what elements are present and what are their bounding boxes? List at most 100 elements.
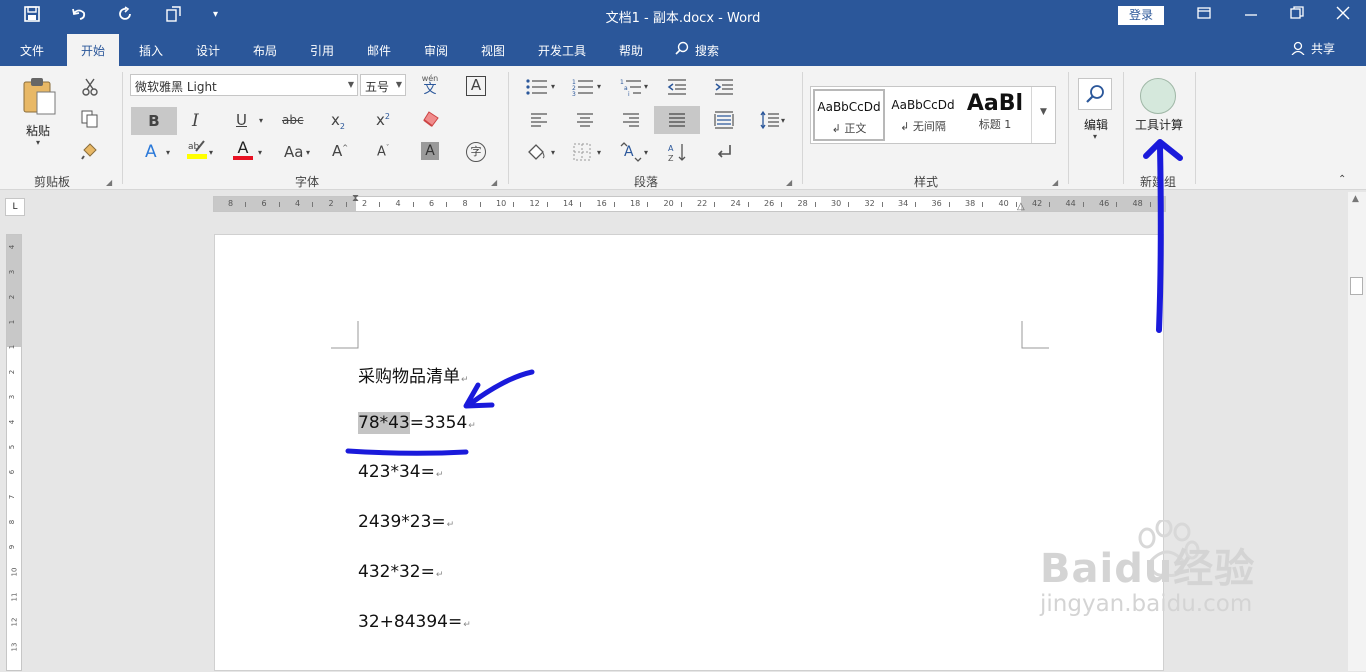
- tab-selector[interactable]: L: [5, 198, 25, 216]
- font-name-combo[interactable]: 微软雅黑 Light ▼: [130, 74, 358, 96]
- close-icon[interactable]: [1336, 6, 1350, 24]
- style-no-spacing[interactable]: AaBbCcDd ↲ 无间隔: [887, 89, 959, 141]
- numbering-dropdown-icon[interactable]: ▾: [597, 82, 601, 91]
- change-case-icon[interactable]: Aa: [284, 143, 303, 161]
- align-right-icon[interactable]: [622, 112, 640, 132]
- tab-file[interactable]: 文件: [20, 42, 44, 59]
- chinese-layout-icon[interactable]: A: [620, 142, 642, 166]
- align-left-icon[interactable]: [530, 112, 548, 132]
- font-launcher-icon[interactable]: ◢: [491, 178, 497, 187]
- tab-references[interactable]: 引用: [310, 42, 334, 59]
- change-case-dropdown-icon[interactable]: ▾: [306, 148, 310, 157]
- indent-marker-icon[interactable]: ⧗: [352, 193, 359, 204]
- document-page[interactable]: [214, 234, 1164, 671]
- sort-icon[interactable]: AZ: [668, 142, 688, 166]
- tool-calc-icon[interactable]: [1140, 78, 1176, 114]
- chevron-down-icon[interactable]: ▼: [396, 80, 402, 89]
- tab-help[interactable]: 帮助: [619, 42, 643, 59]
- minimize-icon[interactable]: [1244, 8, 1258, 24]
- login-button[interactable]: 登录: [1118, 6, 1164, 25]
- share-button[interactable]: 共享: [1311, 40, 1335, 57]
- tab-view[interactable]: 视图: [481, 42, 505, 59]
- underline-button[interactable]: U: [236, 111, 247, 129]
- line-spacing-dropdown-icon[interactable]: ▾: [781, 116, 785, 125]
- selected-text[interactable]: 78*43: [358, 412, 410, 434]
- tool-calc-button[interactable]: 工具计算: [1135, 116, 1183, 133]
- character-border-icon[interactable]: A: [466, 76, 486, 96]
- underline-dropdown-icon[interactable]: ▾: [259, 116, 263, 125]
- find-icon[interactable]: [1078, 78, 1112, 110]
- enclose-characters-icon[interactable]: 字: [466, 142, 486, 162]
- text-effects-dropdown-icon[interactable]: ▾: [166, 148, 170, 157]
- bold-button[interactable]: B: [131, 107, 177, 135]
- cut-icon[interactable]: [81, 78, 99, 100]
- phonetic-guide-icon[interactable]: wén 文: [420, 74, 440, 97]
- scroll-thumb[interactable]: [1350, 277, 1363, 295]
- doc-line-title[interactable]: 采购物品清单↵: [358, 362, 469, 387]
- scroll-up-icon[interactable]: ▲: [1352, 194, 1359, 204]
- shading-icon[interactable]: [526, 142, 546, 166]
- strikethrough-button[interactable]: abc: [282, 113, 304, 127]
- line-spacing-icon[interactable]: [760, 110, 780, 134]
- copy-icon[interactable]: [81, 110, 99, 132]
- right-indent-marker-icon[interactable]: △: [1017, 201, 1025, 212]
- multilevel-dropdown-icon[interactable]: ▾: [644, 82, 648, 91]
- doc-line-2[interactable]: 423*34=↵: [358, 462, 443, 482]
- paste-icon[interactable]: [22, 76, 58, 120]
- tab-developer[interactable]: 开发工具: [538, 42, 586, 59]
- tab-insert[interactable]: 插入: [139, 42, 163, 59]
- collapse-ribbon-icon[interactable]: ⌃: [1338, 174, 1346, 185]
- multilevel-list-icon[interactable]: 1ai: [620, 78, 642, 100]
- tab-mailings[interactable]: 邮件: [367, 42, 391, 59]
- font-color-dropdown-icon[interactable]: ▾: [258, 148, 262, 157]
- styles-more-button[interactable]: ▼: [1031, 87, 1055, 143]
- distributed-icon[interactable]: [714, 110, 734, 134]
- borders-dropdown-icon[interactable]: ▾: [597, 148, 601, 157]
- grow-font-icon[interactable]: A^: [332, 142, 348, 160]
- styles-launcher-icon[interactable]: ◢: [1052, 178, 1058, 187]
- tab-review[interactable]: 审阅: [424, 42, 448, 59]
- borders-icon[interactable]: [572, 142, 592, 166]
- text-effects-icon[interactable]: A: [145, 142, 157, 162]
- style-heading1[interactable]: AaBl 标题 1: [959, 89, 1031, 141]
- search-icon[interactable]: [675, 41, 689, 58]
- subscript-button[interactable]: x2: [331, 111, 345, 131]
- horizontal-ruler[interactable]: 8 6 4 2 2 4 6 8 10 12 14 16 18 20 22 24 26 28 30 32 34 36 38 40…: [213, 193, 1166, 212]
- font-color-icon[interactable]: A: [233, 140, 253, 160]
- format-painter-icon[interactable]: [81, 142, 99, 164]
- doc-line-3[interactable]: 2439*23=↵: [358, 512, 454, 532]
- paste-dropdown-icon[interactable]: ▾: [36, 138, 40, 147]
- edit-button[interactable]: 编辑: [1084, 116, 1108, 133]
- shading-dropdown-icon[interactable]: ▾: [551, 148, 555, 157]
- increase-indent-icon[interactable]: [714, 78, 734, 100]
- bullets-icon[interactable]: [526, 78, 548, 100]
- tab-design[interactable]: 设计: [196, 42, 220, 59]
- chevron-down-icon[interactable]: ▼: [348, 80, 354, 89]
- decrease-indent-icon[interactable]: [667, 78, 687, 100]
- italic-button[interactable]: I: [192, 111, 199, 131]
- tab-home[interactable]: 开始: [67, 34, 120, 66]
- highlight-color-icon[interactable]: ab: [186, 138, 208, 164]
- chinese-layout-dropdown-icon[interactable]: ▾: [644, 148, 648, 157]
- highlight-dropdown-icon[interactable]: ▾: [209, 148, 213, 157]
- font-size-combo[interactable]: 五号 ▼: [360, 74, 406, 96]
- edit-dropdown-icon[interactable]: ▾: [1093, 132, 1097, 141]
- show-formatting-marks-icon[interactable]: [714, 142, 734, 166]
- ribbon-display-options-icon[interactable]: [1197, 6, 1211, 24]
- align-center-icon[interactable]: [576, 112, 594, 132]
- paragraph-launcher-icon[interactable]: ◢: [786, 178, 792, 187]
- restore-icon[interactable]: [1290, 6, 1304, 24]
- doc-line-1[interactable]: 78*43=3354↵: [358, 412, 476, 434]
- vertical-ruler[interactable]: 4 3 2 1 1 2 3 4 5 6 7 8 9 10 11 12 13: [6, 234, 22, 671]
- numbering-icon[interactable]: 123: [572, 78, 594, 100]
- justify-icon[interactable]: [654, 106, 700, 134]
- superscript-button[interactable]: x2: [376, 111, 390, 129]
- style-normal[interactable]: AaBbCcDd ↲ 正文: [813, 89, 885, 141]
- shrink-font-icon[interactable]: Aˇ: [377, 144, 389, 159]
- bullets-dropdown-icon[interactable]: ▾: [551, 82, 555, 91]
- tab-layout[interactable]: 布局: [253, 42, 277, 59]
- doc-line-5[interactable]: 32+84394=↵: [358, 612, 471, 632]
- doc-line-4[interactable]: 432*32=↵: [358, 562, 443, 582]
- tab-search[interactable]: 搜索: [695, 42, 719, 59]
- clipboard-launcher-icon[interactable]: ◢: [106, 178, 112, 187]
